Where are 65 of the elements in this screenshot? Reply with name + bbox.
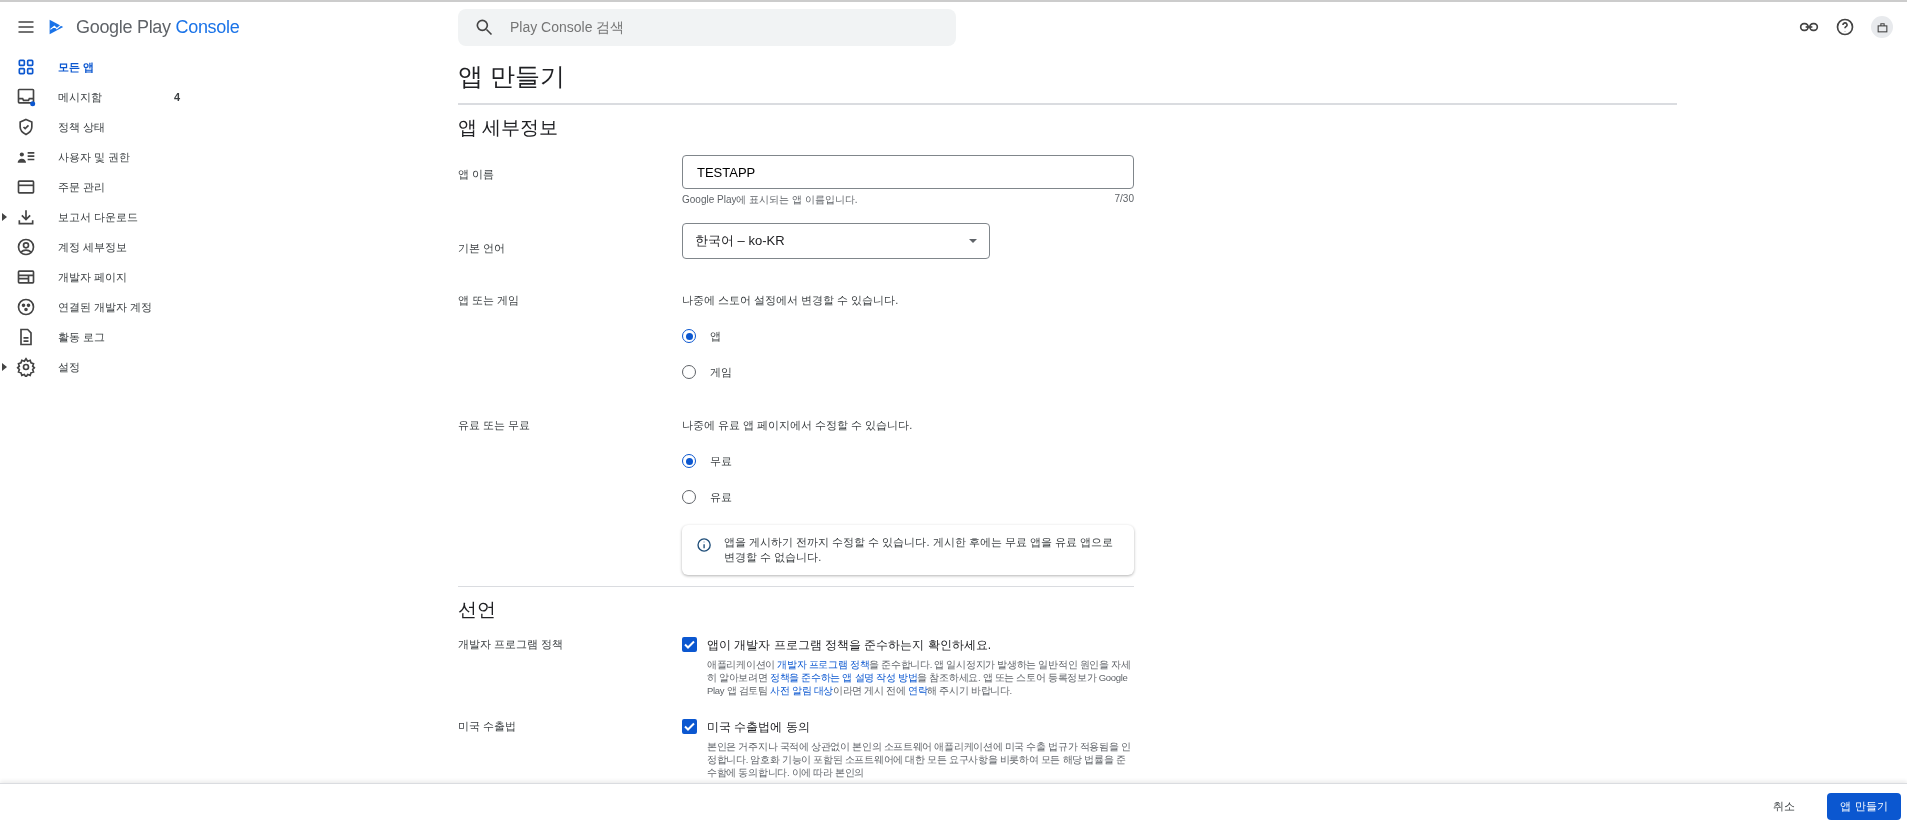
text-link[interactable]: 연락 bbox=[907, 685, 928, 696]
field-label: 기본 언어 bbox=[458, 241, 507, 256]
info-icon bbox=[696, 535, 713, 555]
radio-label: 앱 bbox=[710, 328, 721, 344]
search-icon bbox=[474, 17, 494, 37]
dropdown-arrow-icon bbox=[969, 239, 977, 243]
radio-label: 유료 bbox=[710, 489, 732, 505]
sidebar-item[interactable]: 계정 세부정보 bbox=[0, 232, 458, 262]
sidebar-item[interactable]: 보고서 다운로드 bbox=[0, 202, 458, 232]
account-avatar[interactable] bbox=[1871, 16, 1893, 38]
sidebar-item[interactable]: 정책 상태 bbox=[0, 112, 458, 142]
info-text: 앱을 게시하기 전까지 수정할 수 있습니다. 게시한 후에는 무료 앱을 유료 앱으로 변경할 수 없습니다. bbox=[724, 535, 1114, 565]
checkbox[interactable] bbox=[682, 637, 697, 652]
sidebar-item[interactable]: 모든 앱 bbox=[0, 52, 458, 82]
download-icon bbox=[16, 207, 36, 227]
field-label: 미국 수출법 bbox=[458, 719, 518, 734]
account-icon bbox=[16, 237, 36, 257]
grid-icon bbox=[16, 57, 36, 77]
page-title: 앱 만들기 bbox=[458, 60, 1677, 105]
text-link[interactable]: 개발자 프로그램 정책 bbox=[777, 659, 870, 670]
field-label: 유료 또는 무료 bbox=[458, 418, 532, 433]
search-input[interactable]: Play Console 검색 bbox=[508, 18, 940, 36]
help-icon bbox=[1835, 17, 1855, 37]
section-heading: 선언 bbox=[458, 598, 497, 622]
text-link[interactable]: 사전 알림 대상 bbox=[770, 685, 833, 696]
caret-icon bbox=[2, 363, 7, 371]
sidebar-item[interactable]: 연결된 개발자 계정 bbox=[0, 292, 458, 322]
language-dropdown[interactable]: 한국어 – ko-KR bbox=[682, 223, 990, 259]
hint-text: 나중에 유료 앱 페이지에서 수정할 수 있습니다. bbox=[682, 418, 914, 433]
app-logo-text: Google Play Console bbox=[76, 16, 240, 38]
shield-icon bbox=[16, 117, 36, 137]
card-icon bbox=[16, 177, 36, 197]
create-app-button[interactable]: 앱 만들기 bbox=[1827, 793, 1901, 820]
checkbox-label: 앱이 개발자 프로그램 정책을 준수하는지 확인하세요. bbox=[707, 637, 992, 654]
sidebar-item[interactable]: 설정 bbox=[0, 352, 458, 382]
search-bar[interactable]: Play Console 검색 bbox=[458, 8, 956, 46]
checkbox-label: 미국 수출법에 동의 bbox=[707, 719, 811, 736]
field-label: 앱 또는 게임 bbox=[458, 293, 521, 308]
field-label: 개발자 프로그램 정책 bbox=[458, 637, 565, 652]
sidebar-item[interactable]: 주문 관리 bbox=[0, 172, 458, 202]
radio-label: 무료 bbox=[710, 453, 732, 469]
count-label: 4 bbox=[174, 91, 181, 103]
field-label: 앱 이름 bbox=[458, 167, 496, 182]
settings-icon bbox=[16, 357, 36, 377]
text-link[interactable]: 정책을 준수하는 앱 설명 작성 방법 bbox=[769, 672, 918, 683]
app-name-input[interactable]: TESTAPP bbox=[695, 163, 1121, 181]
inbox-icon bbox=[16, 87, 36, 107]
cancel-button[interactable]: 취소 bbox=[1763, 793, 1805, 820]
character-count: 7/30 bbox=[1114, 193, 1134, 206]
checkbox[interactable] bbox=[682, 719, 697, 734]
sidebar-item[interactable]: 메시지함 4 bbox=[0, 82, 458, 112]
caret-icon bbox=[2, 213, 7, 221]
app-name-field[interactable]: TESTAPP bbox=[682, 155, 1134, 189]
declaration-text: 본인은 거주지나 국적에 상관없이 본인의 소프트웨어 애플리케이션에 미국 수출 법규가 적용됨을 인정합니다. 암호화 기능이 포함된 소프트웨어에 대한 모든 요구사항을 비롯하여 모든 해당 법률을 준수함에 동의합니다. 이에 따라 본인의 bbox=[707, 740, 1132, 779]
sidebar-item[interactable]: 사용자 및 권한 bbox=[0, 142, 458, 172]
declaration-text: 애플리케이션이 개발자 프로그램 정책을 준수합니다. 앱 일시정지가 발생하는 일반적인 원인을 자세히 알아보려면 정책을 준수하는 앱 설명 작성 방법을 참조하세요. 앱 또는 스토어 등록정보가 Google Play 앱 검토팀 사전 알림 대상이라면 게시 전에 연락해 주시기 바랍니다. bbox=[707, 658, 1132, 697]
page-icon bbox=[16, 267, 36, 287]
sidebar-item[interactable]: 개발자 페이지 bbox=[0, 262, 458, 292]
radio-label: 게임 bbox=[710, 364, 732, 380]
hint-text: 나중에 스토어 설정에서 변경할 수 있습니다. bbox=[682, 293, 900, 308]
helper-text: Google Play에 표시되는 앱 이름입니다. bbox=[682, 193, 858, 207]
play-logo-icon bbox=[48, 18, 64, 36]
section-heading: 앱 세부정보 bbox=[458, 116, 560, 140]
linked-accounts-icon bbox=[16, 297, 36, 317]
sidebar-item[interactable]: 활동 로그 bbox=[0, 322, 458, 352]
